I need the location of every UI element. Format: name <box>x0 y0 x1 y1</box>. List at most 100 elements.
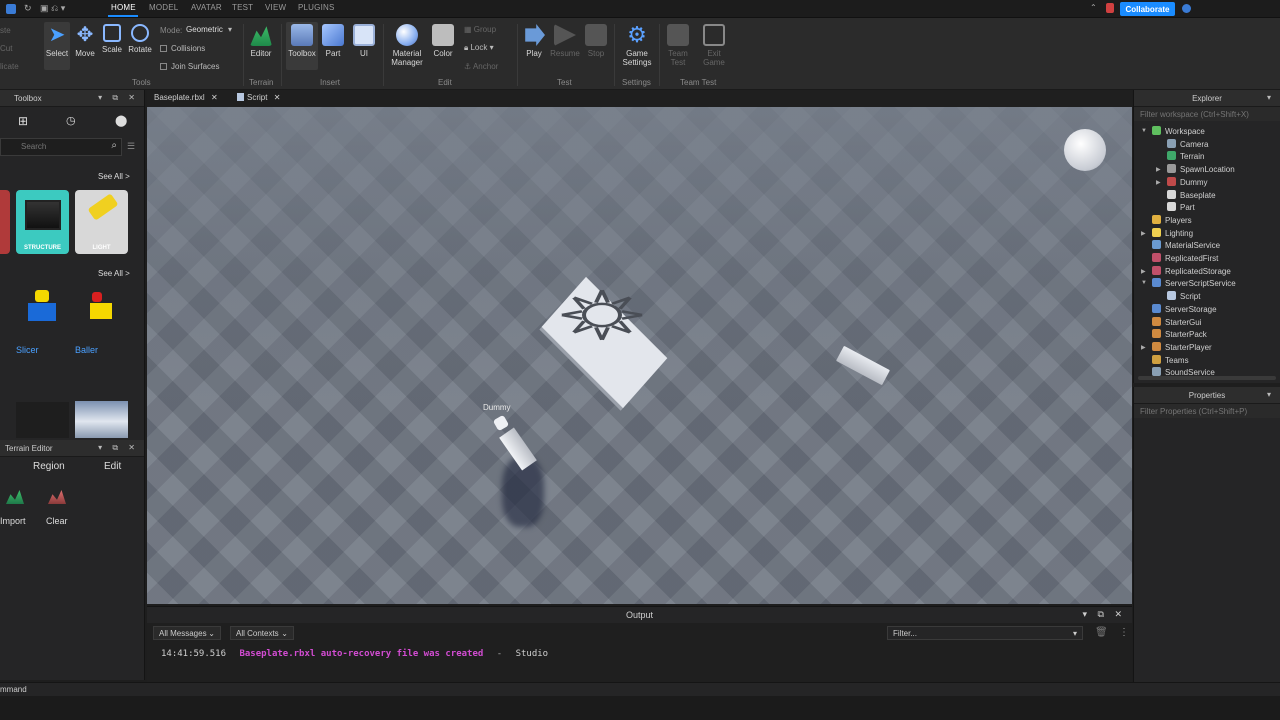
clear-icon[interactable] <box>48 490 66 504</box>
explorer-filter-input[interactable] <box>1134 107 1280 121</box>
baller-label[interactable]: Baller <box>75 345 98 355</box>
clock-icon[interactable]: ◷ <box>66 114 76 127</box>
explorer-item[interactable]: Part <box>1167 202 1195 212</box>
move-tool-button[interactable]: ✥ Move <box>72 22 98 58</box>
terrain-editor-button[interactable]: Editor <box>248 22 274 58</box>
grid-icon[interactable]: ⊞ <box>18 114 28 128</box>
notification-icon[interactable] <box>1106 3 1114 13</box>
redo-icon[interactable]: ↻ <box>24 3 32 14</box>
mode-chevron-icon[interactable]: ▾ <box>228 25 232 34</box>
search-input[interactable] <box>21 142 116 151</box>
explorer-item[interactable]: ReplicatedStorage <box>1152 265 1231 276</box>
close-icon[interactable]: ✕ <box>274 93 281 102</box>
see-all-link[interactable]: See All > <box>98 172 130 181</box>
chevron-down-icon[interactable]: ▾ <box>1267 93 1275 102</box>
tab-view[interactable]: VIEW <box>265 3 286 12</box>
pin-icon[interactable]: ⬤ <box>115 114 127 127</box>
tab-region[interactable]: Region <box>33 461 65 472</box>
team-test-button[interactable]: Team Test <box>664 22 692 67</box>
tab-avatar[interactable]: AVATAR <box>191 3 222 12</box>
collisions-checkbox[interactable] <box>160 45 167 52</box>
play-button[interactable]: Play <box>522 22 546 58</box>
group-button[interactable]: ▦ Group <box>464 25 496 34</box>
expand-arrow-right-icon[interactable]: ▶ <box>1156 179 1161 186</box>
expand-arrow-right-icon[interactable]: ▶ <box>1141 230 1146 237</box>
explorer-scrollbar[interactable] <box>1138 376 1276 380</box>
collisions-toggle[interactable]: Collisions <box>160 44 205 53</box>
tab-baseplate[interactable]: Baseplate.rbxl ✕ <box>154 93 218 102</box>
expand-ribbon-icon[interactable]: ⌃ <box>1090 3 1097 12</box>
join-surfaces-checkbox[interactable] <box>160 63 167 70</box>
toolbox-item-structure[interactable]: STRUCTURE <box>16 190 69 254</box>
slicer-label[interactable]: Slicer <box>16 345 39 355</box>
slicer-model-thumbnail[interactable] <box>22 290 62 336</box>
explorer-item[interactable]: ServerStorage <box>1152 303 1217 314</box>
import-button[interactable]: Import <box>0 516 26 526</box>
part-button[interactable]: Part <box>321 22 345 58</box>
explorer-item[interactable]: ServerScriptService <box>1152 278 1236 288</box>
explorer-item[interactable]: Players <box>1152 214 1192 225</box>
explorer-item[interactable]: ReplicatedFirst <box>1152 253 1218 263</box>
explorer-item[interactable]: Baseplate <box>1167 189 1216 200</box>
explorer-item[interactable]: Teams <box>1152 354 1189 365</box>
messages-filter-dropdown[interactable]: All Messages ⌄ <box>153 626 221 640</box>
output-filter-input[interactable]: Filter... ▾ <box>887 626 1083 640</box>
explorer-item[interactable]: MaterialService <box>1152 240 1220 250</box>
more-options-icon[interactable]: ⋮ <box>1119 627 1129 638</box>
see-all-link[interactable]: See All > <box>98 269 130 278</box>
collaborate-button[interactable]: Collaborate <box>1120 2 1175 16</box>
dummy-model[interactable] <box>492 414 510 432</box>
scale-tool-button[interactable]: Scale <box>99 22 125 54</box>
toolbox-item-dark[interactable] <box>16 402 69 438</box>
search-icon[interactable]: ⌕ <box>111 140 117 151</box>
explorer-item[interactable]: Camera <box>1167 138 1208 149</box>
import-icon[interactable] <box>6 490 24 504</box>
explorer-item[interactable]: Terrain <box>1167 151 1204 161</box>
panel-controls-icon[interactable]: ▾ ⧉ ✕ <box>98 443 139 453</box>
join-surfaces-toggle[interactable]: Join Surfaces <box>160 62 219 71</box>
rotate-tool-button[interactable]: Rotate <box>126 22 154 54</box>
explorer-item[interactable]: StarterPlayer <box>1152 341 1212 352</box>
tab-script[interactable]: Script ✕ <box>237 93 280 102</box>
filter-icon[interactable]: ☰ <box>127 141 135 152</box>
mode-select[interactable]: Geometric <box>186 25 223 34</box>
anchor-button[interactable]: ⚓︎ Anchor <box>464 62 498 71</box>
trash-icon[interactable]: 🗑︎ <box>1095 627 1108 638</box>
part-block[interactable] <box>836 345 890 386</box>
command-bar[interactable]: mmand <box>0 682 1280 696</box>
chevron-down-icon[interactable]: ▾ <box>1267 390 1275 399</box>
expand-arrow-right-icon[interactable]: ▶ <box>1156 166 1161 173</box>
panel-controls-icon[interactable]: ▾ ⧉ ✕ <box>98 93 139 103</box>
view-cube-icon[interactable] <box>1064 129 1106 171</box>
toolbox-search[interactable]: ⌕ <box>0 138 122 156</box>
tab-home[interactable]: HOME <box>111 3 136 12</box>
toolbox-item-partial[interactable] <box>0 190 10 254</box>
close-icon[interactable]: ✕ <box>211 93 218 102</box>
panel-controls-icon[interactable]: ▾ ⧉ ✕ <box>1083 609 1127 620</box>
tab-model[interactable]: MODEL <box>149 3 178 12</box>
color-button[interactable]: Color <box>430 22 456 58</box>
contexts-filter-dropdown[interactable]: All Contexts ⌄ <box>230 626 294 640</box>
explorer-item[interactable]: SpawnLocation <box>1167 164 1235 174</box>
app-icon[interactable] <box>6 4 16 14</box>
select-tool-button[interactable]: ➤ Select <box>44 22 70 70</box>
expand-arrow-down-icon[interactable]: ▼ <box>1141 128 1147 134</box>
lock-button[interactable]: 🔒︎ Lock ▾ <box>464 43 494 53</box>
exit-game-button[interactable]: Exit Game <box>700 22 728 67</box>
explorer-item[interactable]: Dummy <box>1167 176 1208 187</box>
expand-arrow-right-icon[interactable]: ▶ <box>1141 344 1146 351</box>
3d-viewport[interactable]: Dummy <box>147 107 1132 604</box>
clear-button[interactable]: Clear <box>46 516 68 526</box>
material-manager-button[interactable]: Material Manager <box>388 22 426 67</box>
toolbox-item-light[interactable]: LIGHT <box>75 190 128 254</box>
toolbox-button[interactable]: Toolbox <box>286 22 318 70</box>
tab-plugins[interactable]: PLUGINS <box>298 3 335 12</box>
dummy-body[interactable] <box>499 427 537 471</box>
quick-access-icons[interactable]: ▣ ⎌ ▾ <box>40 3 65 14</box>
expand-arrow-down-icon[interactable]: ▼ <box>1141 280 1147 286</box>
explorer-item[interactable]: Workspace <box>1152 126 1205 136</box>
explorer-item[interactable]: Lighting <box>1152 227 1193 238</box>
resume-button[interactable]: Resume <box>550 22 580 58</box>
game-settings-button[interactable]: ⚙ Game Settings <box>620 22 654 68</box>
properties-filter-input[interactable] <box>1134 404 1280 418</box>
